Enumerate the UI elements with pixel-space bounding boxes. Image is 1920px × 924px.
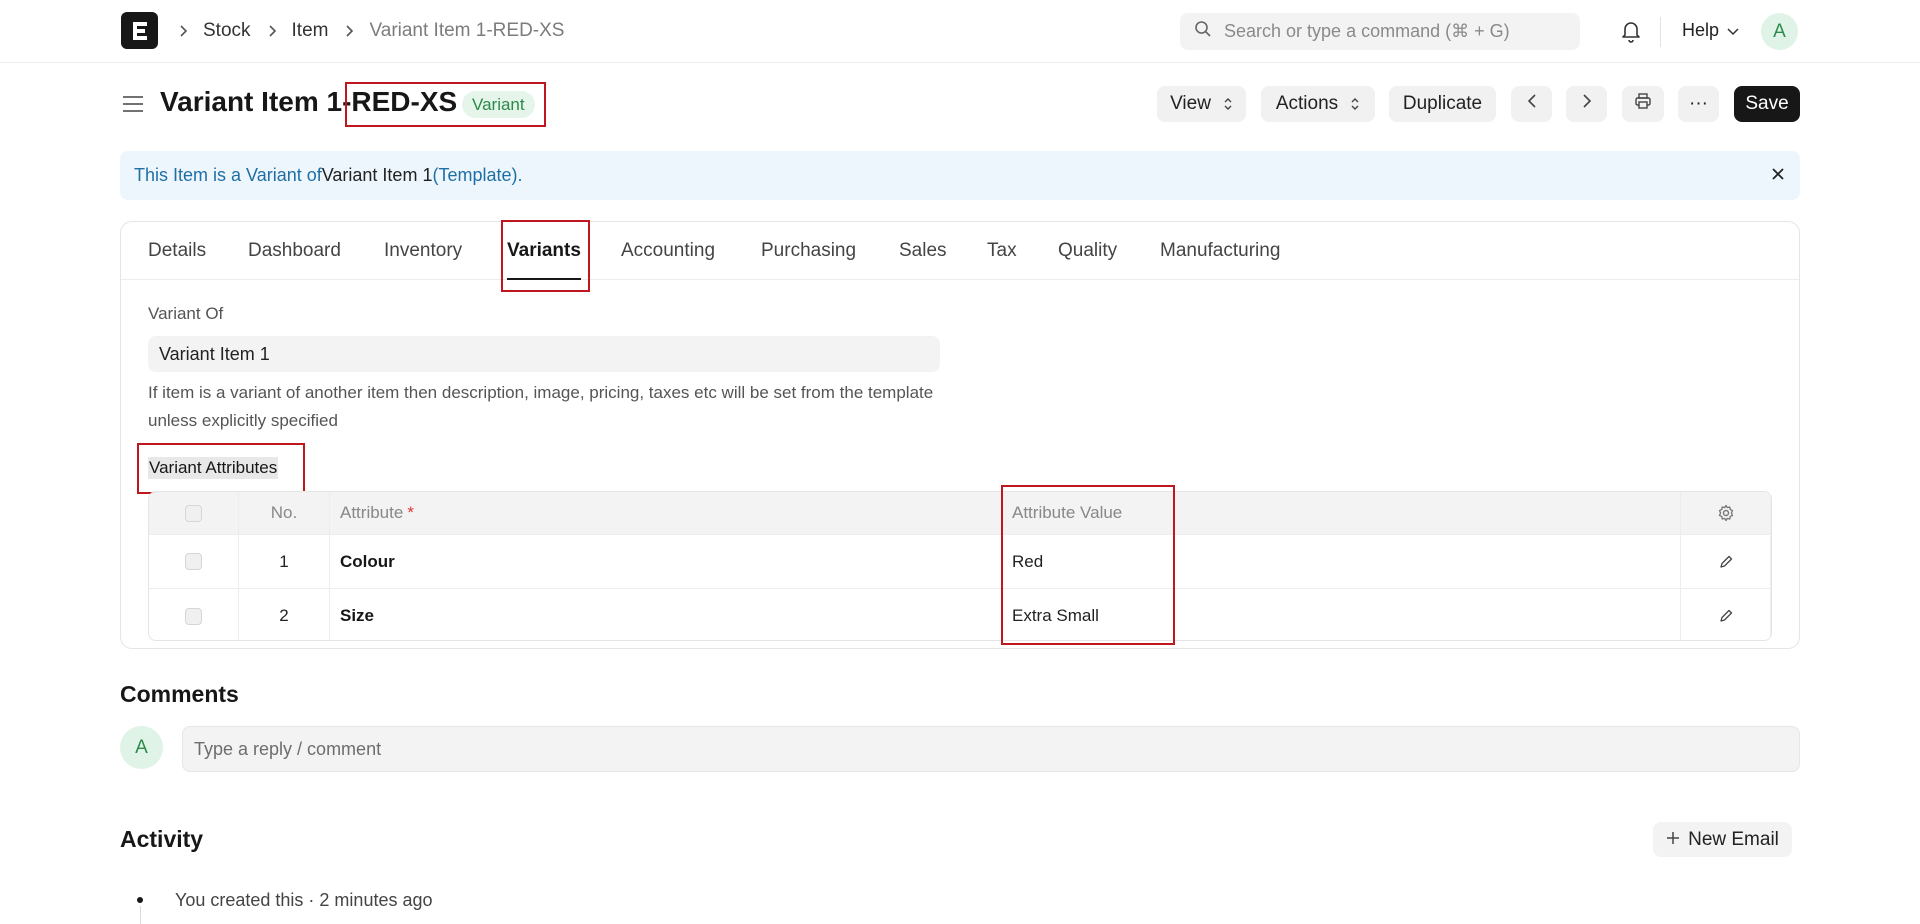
- sort-icon: [1223, 97, 1233, 111]
- tab-manufacturing[interactable]: Manufacturing: [1160, 240, 1280, 262]
- sort-icon: [1350, 97, 1360, 111]
- banner-text-end: (Template).: [432, 165, 523, 185]
- tab-quality[interactable]: Quality: [1058, 240, 1117, 262]
- chevron-down-icon: [1727, 20, 1739, 41]
- banner-text-start: This Item is a Variant of: [134, 165, 322, 185]
- new-email-label: New Email: [1688, 828, 1779, 850]
- variant-of-help: If item is a variant of another item the…: [148, 383, 934, 430]
- app-logo-icon: [132, 21, 147, 40]
- save-button[interactable]: Save: [1734, 86, 1800, 122]
- view-button[interactable]: View: [1157, 86, 1246, 122]
- app-logo[interactable]: [121, 12, 158, 49]
- next-button[interactable]: [1566, 86, 1607, 122]
- menu-icon[interactable]: [121, 94, 145, 114]
- chevron-left-icon: [1527, 93, 1537, 115]
- highlight-box-section: [137, 443, 305, 494]
- plus-icon: [1666, 829, 1680, 851]
- variant-alert-banner: This Item is a Variant of Variant Item 1…: [120, 151, 1800, 200]
- avatar: A: [120, 726, 163, 769]
- variant-attributes-table: No. Attribute * Attribute Value 1 Colour …: [148, 491, 1772, 641]
- breadcrumb: Stock Item Variant Item 1-RED-XS: [176, 18, 578, 44]
- highlight-box-attribute-value: [1001, 485, 1175, 645]
- form-card: Details Dashboard Inventory Variants Acc…: [120, 220, 1800, 649]
- more-button[interactable]: ···: [1678, 86, 1719, 122]
- select-all-checkbox[interactable]: [185, 504, 202, 522]
- row-checkbox[interactable]: [185, 607, 202, 625]
- search-bar[interactable]: [1180, 13, 1580, 50]
- breadcrumb-current[interactable]: Variant Item 1-RED-XS: [369, 20, 564, 42]
- row-number: 1: [239, 535, 330, 588]
- tab-inventory[interactable]: Inventory: [384, 240, 462, 262]
- table-row[interactable]: 2 Size Extra Small: [149, 589, 1771, 640]
- row-select-cell: [149, 589, 239, 640]
- tab-accounting[interactable]: Accounting: [621, 240, 715, 262]
- printer-icon: [1634, 92, 1652, 116]
- duplicate-button[interactable]: Duplicate: [1389, 86, 1496, 122]
- actions-button[interactable]: Actions: [1261, 86, 1375, 122]
- comment-input[interactable]: [182, 726, 1800, 772]
- search-input[interactable]: [1224, 21, 1554, 42]
- row-checkbox[interactable]: [185, 553, 202, 570]
- required-mark: *: [407, 503, 414, 522]
- pencil-icon[interactable]: [1681, 535, 1771, 588]
- chevron-right-icon: [1582, 93, 1592, 115]
- tab-dashboard[interactable]: Dashboard: [248, 240, 341, 262]
- attribute-cell[interactable]: Size: [330, 589, 1002, 640]
- column-header-no: No.: [239, 492, 330, 534]
- tab-tax[interactable]: Tax: [987, 240, 1017, 262]
- timeline-dot: [137, 897, 143, 903]
- view-label: View: [1170, 93, 1211, 114]
- print-button[interactable]: [1622, 86, 1664, 122]
- navbar-divider: [1660, 17, 1661, 47]
- attribute-header-label: Attribute: [340, 503, 404, 522]
- help-dropdown[interactable]: Help: [1682, 20, 1739, 41]
- new-email-button[interactable]: New Email: [1653, 822, 1792, 857]
- select-all-cell: [149, 492, 239, 534]
- tab-details[interactable]: Details: [148, 240, 206, 262]
- gear-icon[interactable]: [1681, 492, 1771, 534]
- close-icon[interactable]: [1770, 166, 1786, 187]
- tab-bar: Details Dashboard Inventory Variants Acc…: [121, 222, 1799, 280]
- previous-button[interactable]: [1511, 86, 1552, 122]
- avatar[interactable]: A: [1761, 13, 1798, 50]
- timeline-line: [140, 906, 141, 924]
- variant-of-field[interactable]: [148, 336, 940, 372]
- chevron-right-icon: [344, 24, 356, 38]
- table-row[interactable]: 1 Colour Red: [149, 535, 1771, 589]
- row-number: 2: [239, 589, 330, 640]
- tab-sales[interactable]: Sales: [899, 240, 947, 262]
- top-navbar: Stock Item Variant Item 1-RED-XS Help A: [0, 0, 1920, 63]
- chevron-right-icon: [267, 24, 279, 38]
- activity-item: You created this · 2 minutes ago: [175, 890, 433, 910]
- comments-title: Comments: [120, 681, 239, 707]
- variant-of-label: Variant Of: [148, 304, 224, 323]
- highlight-box-title: [345, 82, 546, 127]
- row-select-cell: [149, 535, 239, 588]
- chevron-right-icon: [178, 24, 190, 38]
- breadcrumb-stock[interactable]: Stock: [203, 20, 251, 42]
- activity-title: Activity: [120, 826, 204, 852]
- tab-purchasing[interactable]: Purchasing: [761, 240, 856, 262]
- actions-label: Actions: [1275, 93, 1339, 114]
- breadcrumb-item[interactable]: Item: [292, 20, 329, 42]
- help-label: Help: [1682, 20, 1720, 40]
- search-icon: [1194, 20, 1212, 43]
- table-header: No. Attribute * Attribute Value: [149, 492, 1771, 535]
- column-header-attribute: Attribute *: [330, 492, 1002, 534]
- attribute-cell[interactable]: Colour: [330, 535, 1002, 588]
- pencil-icon[interactable]: [1681, 589, 1771, 640]
- banner-template-link[interactable]: Variant Item 1: [322, 165, 433, 186]
- bell-icon[interactable]: [1619, 18, 1643, 44]
- highlight-box-tab: [501, 220, 590, 292]
